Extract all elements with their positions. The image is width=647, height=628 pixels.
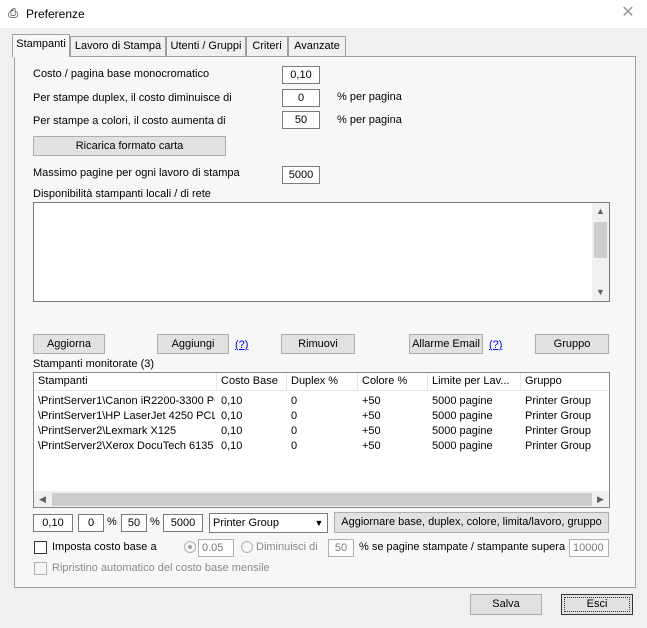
- email-help-link[interactable]: (?): [489, 339, 502, 351]
- edit-cost-input[interactable]: 0,10: [33, 514, 73, 532]
- table-cell: Printer Group: [525, 425, 592, 437]
- table-row[interactable]: \PrintServer2\Xerox DocuTech 6135 0,10 0 +5…: [34, 439, 609, 453]
- column-header-stampanti[interactable]: Stampanti: [34, 373, 217, 390]
- set-base-cost-checkbox[interactable]: [34, 541, 47, 554]
- color-unit: % per pagina: [337, 114, 402, 126]
- decrease-input[interactable]: 50: [328, 539, 354, 557]
- group-select[interactable]: Printer Group ▼: [209, 513, 328, 533]
- base-cost-input[interactable]: 0,10: [282, 66, 320, 84]
- edit-duplex-input[interactable]: 0: [78, 514, 104, 532]
- monthly-reset-checkbox[interactable]: [34, 562, 47, 575]
- window-title: Preferenze: [26, 7, 85, 21]
- table-cell: Printer Group: [525, 440, 592, 452]
- table-cell: +50: [362, 440, 381, 452]
- edit-color-input[interactable]: 50: [121, 514, 147, 532]
- table-cell: 0: [291, 395, 298, 407]
- close-icon[interactable]: ✕: [620, 3, 636, 23]
- threshold-input[interactable]: 10000: [569, 539, 609, 557]
- table-cell: \PrintServer2\Xerox DocuTech 6135: [38, 440, 214, 452]
- table-cell: Printer Group: [525, 395, 592, 407]
- table-cell: 5000 pagine: [432, 425, 493, 437]
- table-row[interactable]: \PrintServer2\Lexmark X125 0,10 0 +50 5000 p…: [34, 424, 609, 438]
- set-cost-radio[interactable]: [184, 541, 196, 553]
- set-base-cost-label: Imposta costo base a: [52, 541, 157, 553]
- add-help-link[interactable]: (?): [235, 339, 248, 351]
- table-header: Stampanti Costo Base Duplex % Colore % L…: [34, 373, 609, 391]
- base-cost-label: Costo / pagina base monocromatico: [33, 68, 210, 80]
- monthly-reset-label: Ripristino automatico del costo base men…: [52, 562, 270, 574]
- table-cell: 5000 pagine: [432, 395, 493, 407]
- tab-utenti-gruppi[interactable]: Utenti / Gruppi: [166, 36, 246, 56]
- scroll-up-icon[interactable]: ▲: [592, 203, 609, 220]
- table-cell: +50: [362, 395, 381, 407]
- table-row[interactable]: \PrintServer1\Canon iR2200-3300 PCL6 0,10…: [34, 394, 609, 408]
- table-cell: \PrintServer1\HP LaserJet 4250 PCL6: [38, 410, 215, 422]
- column-header-duplex[interactable]: Duplex %: [287, 373, 358, 390]
- email-alarm-button[interactable]: Allarme Email: [409, 334, 483, 354]
- scroll-right-icon[interactable]: ▶: [592, 491, 609, 507]
- table-hscrollbar[interactable]: ◀ ▶: [34, 491, 609, 507]
- table-cell: +50: [362, 425, 381, 437]
- availability-label: Disponibilità stampanti locali / di rete: [33, 188, 211, 200]
- tab-criteri[interactable]: Criteri: [246, 36, 288, 56]
- reload-paper-button[interactable]: Ricarica formato carta: [33, 136, 226, 156]
- color-label: Per stampe a colori, il costo aumenta di: [33, 115, 226, 127]
- max-pages-label: Massimo pagine per ogni lavoro di stampa: [33, 167, 240, 179]
- remove-button[interactable]: Rimuovi: [281, 334, 355, 354]
- group-button[interactable]: Gruppo: [535, 334, 609, 354]
- table-cell: \PrintServer2\Lexmark X125: [38, 425, 177, 437]
- column-header-colore[interactable]: Colore %: [358, 373, 428, 390]
- duplex-unit: % per pagina: [337, 91, 402, 103]
- decrease-radio[interactable]: [241, 541, 253, 553]
- textarea-scrollbar[interactable]: ▲ ▼: [592, 203, 609, 301]
- hscroll-thumb[interactable]: [52, 493, 592, 506]
- printer-settings-icon: ⎙: [8, 6, 18, 20]
- decrease-label: Diminuisci di: [256, 541, 318, 553]
- table-cell: 0,10: [221, 440, 243, 452]
- auto-cost-input[interactable]: 0.05: [198, 539, 234, 557]
- group-select-value: Printer Group: [213, 517, 280, 529]
- title-bar: ⎙ Preferenze ✕: [0, 0, 647, 28]
- update-printer-values-button[interactable]: Aggiornare base, duplex, colore, limita/…: [334, 512, 609, 533]
- save-button[interactable]: Salva: [470, 594, 542, 615]
- max-pages-input[interactable]: 5000: [282, 166, 320, 184]
- column-header-costo-base[interactable]: Costo Base: [217, 373, 287, 390]
- scroll-thumb[interactable]: [594, 222, 607, 258]
- exit-button[interactable]: Esci: [561, 594, 633, 615]
- table-cell: 0,10: [221, 395, 243, 407]
- threshold-label: % se pagine stampate / stampante supera: [359, 541, 566, 553]
- monitored-printers-label: Stampanti monitorate (3): [33, 358, 155, 370]
- chevron-down-icon[interactable]: ▼: [311, 514, 327, 532]
- scroll-left-icon[interactable]: ◀: [34, 491, 51, 507]
- duplex-label: Per stampe duplex, il costo diminuisce d…: [33, 92, 232, 104]
- table-cell: \PrintServer1\Canon iR2200-3300 PCL6: [38, 395, 215, 407]
- table-cell: 5000 pagine: [432, 410, 493, 422]
- available-printers-textarea[interactable]: ▲ ▼: [33, 202, 610, 302]
- table-cell: 5000 pagine: [432, 440, 493, 452]
- monitored-printers-table[interactable]: Stampanti Costo Base Duplex % Colore % L…: [33, 372, 610, 508]
- duplex-input[interactable]: 0: [282, 89, 320, 107]
- color-percent-sign: %: [150, 516, 160, 528]
- table-cell: +50: [362, 410, 381, 422]
- tab-avanzate[interactable]: Avanzate: [288, 36, 346, 56]
- duplex-percent-sign: %: [107, 516, 117, 528]
- table-cell: 0: [291, 440, 298, 452]
- add-button[interactable]: Aggiungi: [157, 334, 229, 354]
- table-cell: 0: [291, 410, 298, 422]
- column-header-limite[interactable]: Limite per Lav...: [428, 373, 521, 390]
- tab-stampanti[interactable]: Stampanti: [12, 34, 70, 57]
- table-cell: 0,10: [221, 410, 243, 422]
- table-cell: Printer Group: [525, 410, 592, 422]
- scroll-down-icon[interactable]: ▼: [592, 284, 609, 301]
- table-cell: 0: [291, 425, 298, 437]
- table-cell: 0,10: [221, 425, 243, 437]
- update-button[interactable]: Aggiorna: [33, 334, 105, 354]
- color-input[interactable]: 50: [282, 111, 320, 129]
- table-row[interactable]: \PrintServer1\HP LaserJet 4250 PCL6 0,10 0…: [34, 409, 609, 423]
- edit-limit-input[interactable]: 5000: [163, 514, 203, 532]
- tab-lavoro-di-stampa[interactable]: Lavoro di Stampa: [70, 36, 166, 56]
- column-header-gruppo[interactable]: Gruppo: [521, 373, 609, 390]
